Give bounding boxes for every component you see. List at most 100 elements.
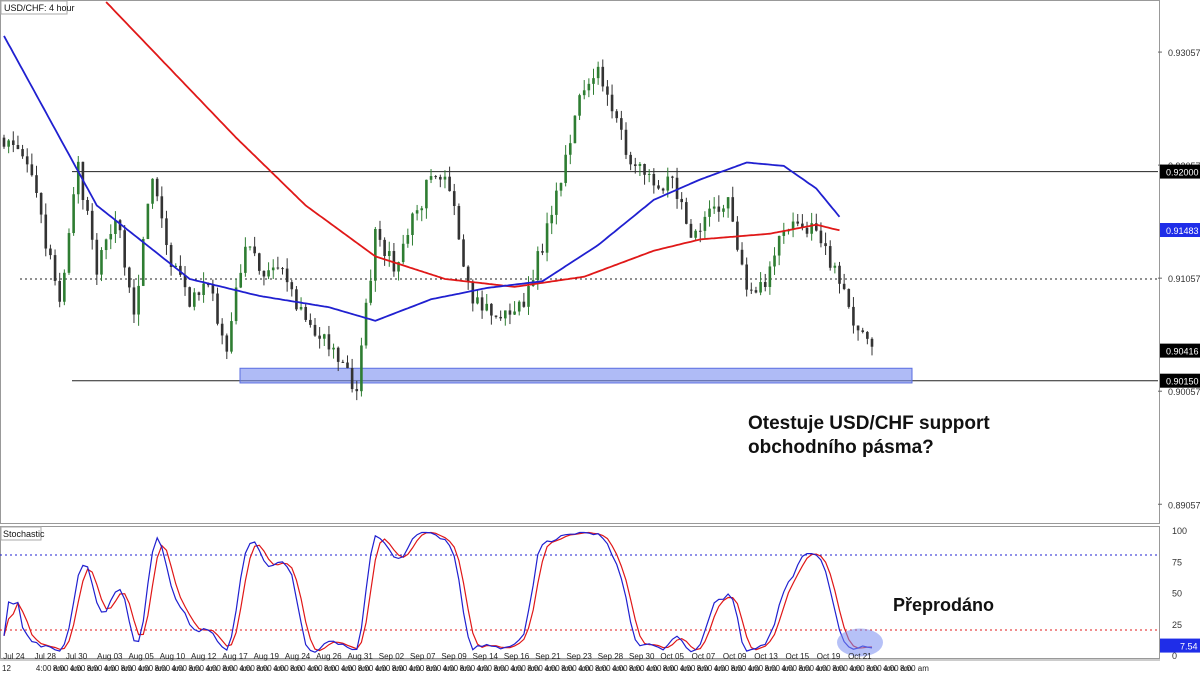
price-tick-label-0: 0.93057 (1168, 48, 1200, 58)
candle-body (828, 246, 832, 268)
x-tick-label-0: Jul 24 (3, 652, 25, 661)
candle-body (555, 190, 558, 215)
candle-body (708, 208, 711, 217)
candle-body (462, 239, 465, 267)
candle-body (661, 188, 665, 191)
candle-body (146, 203, 150, 239)
candle-body (128, 267, 131, 288)
candle-body (476, 297, 479, 304)
candle-body (35, 175, 38, 194)
price-tick-label-4: 0.89057 (1168, 500, 1200, 510)
candle-body (592, 78, 595, 84)
candle-body (336, 347, 340, 362)
candle-body (188, 287, 191, 307)
candle-body (193, 292, 196, 307)
candle-body (420, 208, 424, 211)
candle-body (856, 325, 860, 331)
candle-body (508, 310, 512, 315)
candle-body (443, 176, 447, 180)
candle-body (824, 243, 827, 247)
x-tick-label-8: Aug 19 (254, 652, 280, 661)
chart-root: 10075502507.54 0.930570.920570.910570.90… (0, 0, 1200, 675)
stoch-tick-label-3: 25 (1172, 620, 1182, 630)
x-tick-label-2: Jul 30 (66, 652, 88, 661)
candle-body (629, 154, 632, 165)
candle-body (271, 267, 275, 271)
candle-body (768, 266, 772, 287)
candle-body (355, 389, 359, 392)
price-badge-label-3: 0.92000 (1166, 168, 1199, 178)
candle-body (527, 285, 530, 307)
candle-body (582, 90, 586, 96)
candle-body (151, 178, 154, 204)
candle-body (633, 164, 637, 166)
candle-body (596, 66, 600, 79)
candle-body (253, 246, 256, 254)
candle-body (313, 324, 317, 336)
candle-body (490, 303, 493, 316)
x-tick-label-27: Oct 21 (848, 652, 872, 661)
x-tick-label-26: Oct 19 (817, 652, 841, 661)
candle-body (717, 206, 721, 212)
candle-body (559, 182, 563, 191)
x-tick-label-17: Sep 21 (535, 652, 561, 661)
price-badge-label-2: 0.90150 (1166, 377, 1199, 387)
x-tick-label-5: Aug 10 (160, 652, 186, 661)
candle-body (499, 316, 502, 319)
x-tick-label-13: Sep 07 (410, 652, 436, 661)
candle-body (536, 251, 540, 281)
x-tick-label-23: Oct 09 (723, 652, 747, 661)
candle-body (740, 249, 744, 265)
x-tick-label-1: Jul 28 (35, 652, 57, 661)
candle-body (197, 292, 201, 295)
candle-body (11, 140, 15, 146)
candle-body (132, 287, 136, 315)
candle-body (773, 255, 776, 267)
candle-body (100, 250, 103, 275)
stoch-tick-label-1: 75 (1172, 557, 1182, 567)
stoch-value-label: 7.54 (1180, 642, 1198, 652)
candle-body (322, 334, 326, 339)
candle-body (276, 267, 280, 269)
oversold-annotation: Přeprodáno (893, 595, 995, 615)
x-tick-label-12: Sep 02 (379, 652, 405, 661)
candle-body (842, 283, 846, 290)
candle-body (364, 302, 368, 346)
candle-body (545, 223, 549, 253)
x-tick-label-3: Aug 03 (97, 652, 123, 661)
candle-body (480, 297, 484, 311)
candle-body (21, 149, 24, 157)
candle-body (703, 216, 707, 231)
candle-body (638, 164, 642, 166)
price-tick-label-2: 0.91057 (1168, 274, 1200, 284)
candle-body (360, 345, 363, 392)
candle-body (90, 210, 94, 240)
candle-body (285, 268, 289, 283)
x-tick-label-18: Sep 23 (566, 652, 592, 661)
candle-body (309, 319, 312, 325)
candle-body (439, 176, 442, 180)
candle-body (267, 270, 270, 277)
candle-body (587, 83, 591, 91)
x-tick-label-4: Aug 05 (128, 652, 154, 661)
candle-body (401, 243, 405, 263)
candle-body (141, 238, 145, 286)
x-tick-label-20: Sep 30 (629, 652, 655, 661)
candle-body (49, 248, 52, 256)
candle-body (30, 164, 34, 176)
candle-body (466, 266, 470, 282)
support-question-line-1: Otestuje USD/CHF support (748, 413, 990, 434)
x-tick-label-9: Aug 24 (285, 652, 311, 661)
candle-body (750, 289, 753, 291)
candle-body (624, 129, 628, 155)
candle-body (369, 280, 372, 303)
candle-body (805, 227, 809, 234)
x-tick-label-6: Aug 12 (191, 652, 217, 661)
candle-body (76, 161, 80, 195)
x-tick-label-11: Aug 31 (347, 652, 373, 661)
candle-body (796, 221, 800, 224)
candle-body (220, 323, 224, 336)
candle-body (165, 218, 168, 246)
candle-body (425, 179, 428, 209)
candle-body (847, 289, 851, 307)
